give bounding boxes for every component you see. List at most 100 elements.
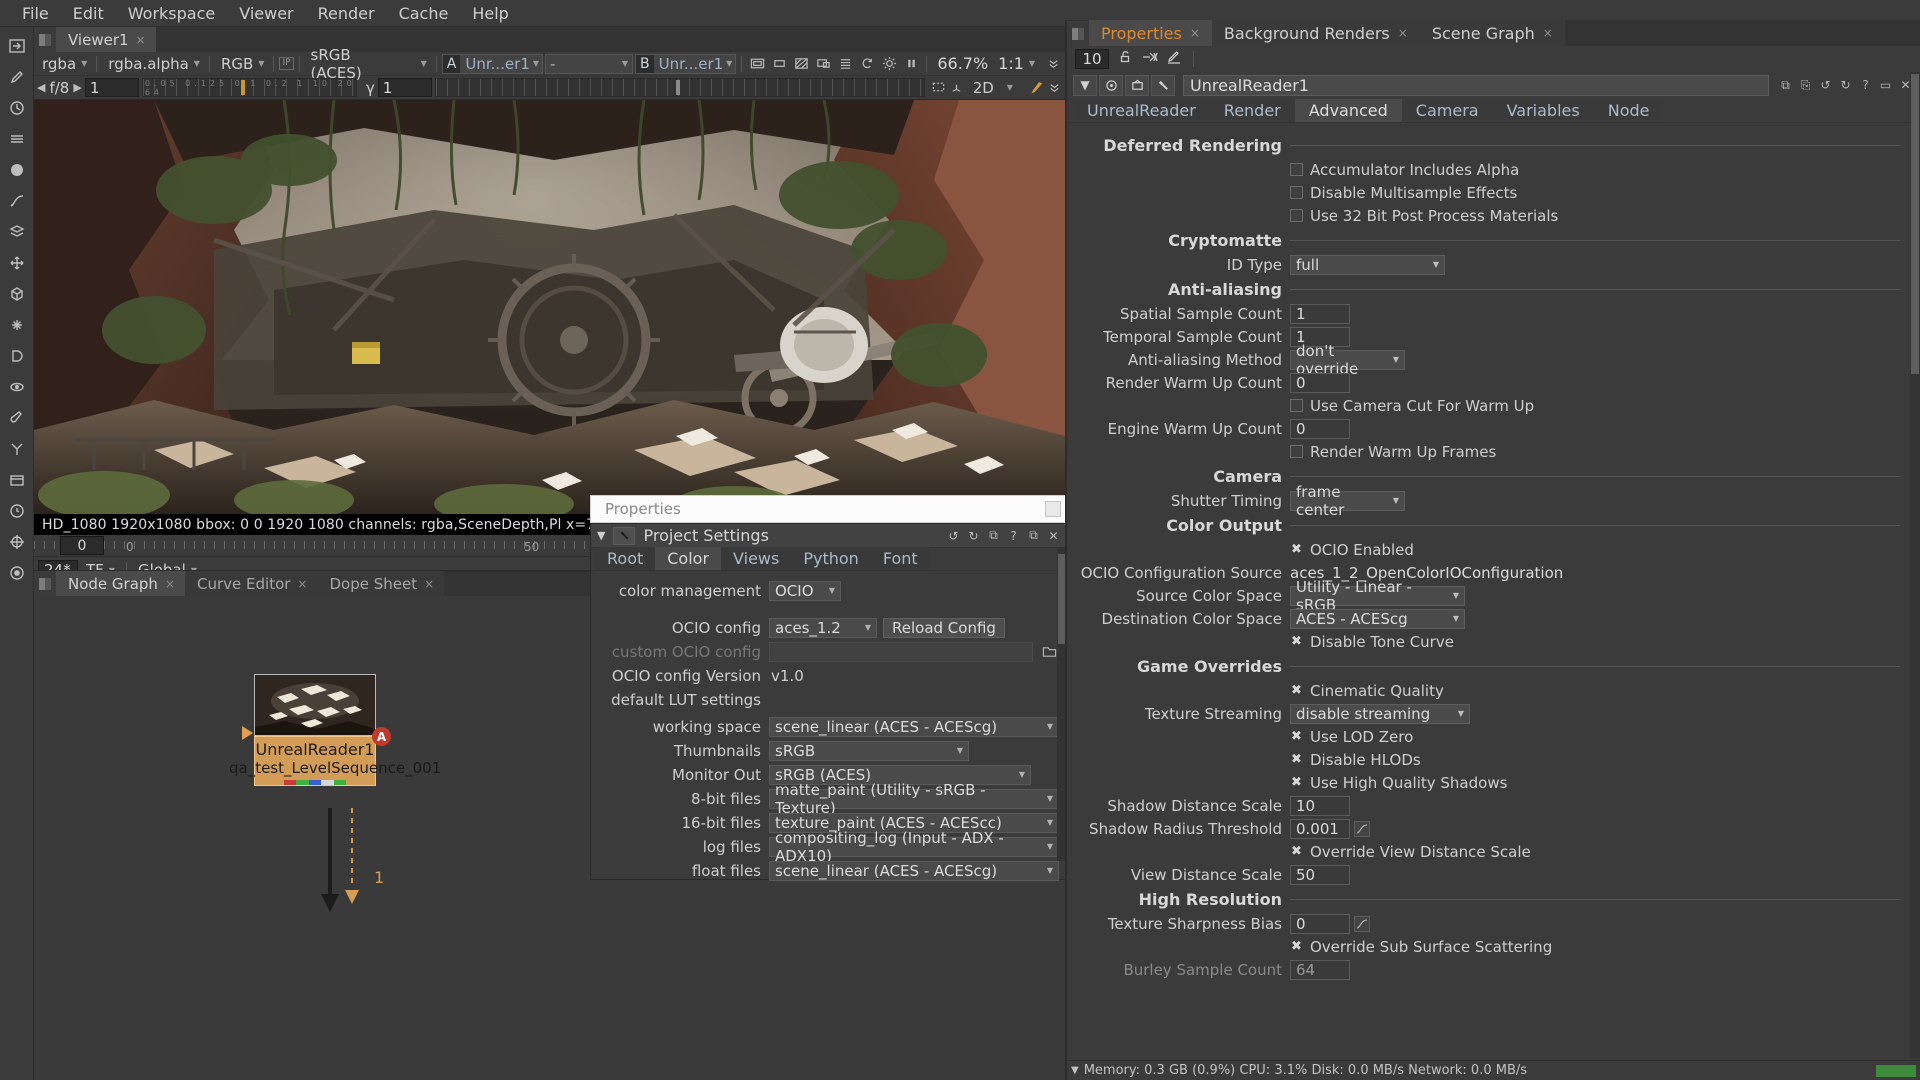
archive-icon[interactable] <box>4 467 30 493</box>
checkbox-use-32-bit-post-process-materials[interactable] <box>1290 209 1303 222</box>
other-icon[interactable] <box>4 560 30 586</box>
unlock-icon[interactable] <box>1117 49 1133 69</box>
close-icon[interactable]: × <box>136 33 146 47</box>
tab-viewer1[interactable]: Viewer1 × <box>56 27 156 52</box>
dropdown-shutter-timing[interactable]: frame center▼ <box>1290 491 1405 511</box>
dropdown-id-type[interactable]: full▼ <box>1290 255 1445 275</box>
tab-views[interactable]: Views <box>721 547 791 570</box>
close-icon[interactable]: ✕ <box>1046 528 1061 543</box>
float-icon[interactable]: ▭ <box>1877 77 1894 94</box>
checkbox-disable-multisample-effects[interactable] <box>1290 186 1303 199</box>
tab-root[interactable]: Root <box>595 547 655 570</box>
cube-icon[interactable] <box>4 281 30 307</box>
channel-selector[interactable]: rgba▼ <box>36 54 91 74</box>
3d-axis-icon[interactable] <box>949 78 964 98</box>
checkbox-checked-override-sub-surface-scattering[interactable]: ✖ <box>1290 940 1303 953</box>
tv-icon[interactable] <box>1125 75 1149 96</box>
proxy-icon[interactable] <box>747 54 767 74</box>
circle-icon[interactable] <box>4 157 30 183</box>
field-view-distance-scale[interactable]: 50 <box>1290 865 1350 885</box>
dropdown-log-files[interactable]: compositing_log (Input - ADX - ADX10)▼ <box>769 837 1059 857</box>
tracker-icon[interactable] <box>4 436 30 462</box>
field-texture-sharpness-bias[interactable]: 0 <box>1290 914 1350 934</box>
gain-stepper[interactable]: ◀ f/8 ▶ <box>37 79 82 97</box>
field-burley-sample-count[interactable]: 64 <box>1290 960 1350 980</box>
checkbox-checked-cinematic-quality[interactable]: ✖ <box>1290 684 1303 697</box>
chevron-right-icon[interactable]: ▶ <box>73 81 81 94</box>
reload-config-button[interactable]: Reload Config <box>883 618 1005 638</box>
chevron-left-icon[interactable]: ◀ <box>37 81 45 94</box>
deep-icon[interactable] <box>4 343 30 369</box>
collapse-arrow-icon[interactable]: ▼ <box>1073 75 1097 96</box>
checkbox-checked-disable-hlods[interactable]: ✖ <box>1290 753 1303 766</box>
tab-color[interactable]: Color <box>655 547 721 570</box>
checkbox-checked-override-view-distance-scale[interactable]: ✖ <box>1290 845 1303 858</box>
layers-stack-icon[interactable] <box>4 126 30 152</box>
scrollbar-thumb[interactable] <box>1911 74 1919 374</box>
viewer-process-selector[interactable]: sRGB (ACES) <box>305 54 411 74</box>
input-a-selector[interactable]: A Unr...er1 ▼ <box>442 54 543 74</box>
tab-node-graph[interactable]: Node Graph × <box>56 571 185 596</box>
dropdown-thumbnails[interactable]: sRGB▼ <box>769 741 969 761</box>
checkbox-render-warm-up-frames[interactable] <box>1290 445 1303 458</box>
tab-advanced[interactable]: Advanced <box>1295 99 1402 122</box>
dropdown-destination-color-space[interactable]: ACES - ACEScg▼ <box>1290 609 1465 629</box>
time-icon[interactable] <box>4 498 30 524</box>
dropdown-source-color-space[interactable]: Utility - Linear - sRGB▼ <box>1290 586 1465 606</box>
roi-icon[interactable] <box>769 54 789 74</box>
dropdown-ocio-config[interactable]: aces_1.2▼ <box>769 618 877 638</box>
folder-icon[interactable] <box>1039 642 1059 662</box>
tab-background-renders[interactable]: Background Renders × <box>1212 20 1420 46</box>
checkbox-checked-use-high-quality-shadows[interactable]: ✖ <box>1290 776 1303 789</box>
dropdown-float-files[interactable]: scene_linear (ACES - ACEScg)▼ <box>769 861 1059 881</box>
checkerboard-icon[interactable] <box>791 54 811 74</box>
menu-item-viewer[interactable]: Viewer <box>227 1 305 26</box>
field-engine-warm-up-count[interactable]: 0 <box>1290 419 1350 439</box>
tab-curve-editor[interactable]: Curve Editor × <box>185 571 317 596</box>
redo-icon[interactable]: ↻ <box>966 528 981 543</box>
particles-icon[interactable] <box>4 312 30 338</box>
transform-icon[interactable] <box>4 529 30 555</box>
field-custom-ocio-config[interactable] <box>769 642 1033 662</box>
status-expand-icon[interactable]: ▼ <box>1071 1065 1079 1076</box>
tab-dope-sheet[interactable]: Dope Sheet × <box>317 571 444 596</box>
curve-icon[interactable] <box>4 188 30 214</box>
gain-slider[interactable]: 0.05 0.125 0.1 0.2 1 10 20 64 <box>142 78 357 97</box>
tab-node[interactable]: Node <box>1594 99 1664 122</box>
menu-item-workspace[interactable]: Workspace <box>116 1 227 26</box>
expand-toolbar-icon[interactable] <box>1047 78 1062 98</box>
wipe-mode-selector[interactable]: - ▼ <box>545 54 633 74</box>
viewer-process-extra[interactable]: ▼ <box>415 54 431 74</box>
gear-icon[interactable] <box>879 54 899 74</box>
field-spatial-sample-count[interactable]: 1 <box>1290 304 1350 324</box>
move-icon[interactable] <box>4 250 30 276</box>
close-icon[interactable]: × <box>165 577 175 591</box>
undo-icon[interactable]: ↺ <box>946 528 961 543</box>
dropdown-working-space[interactable]: scene_linear (ACES - ACEScg)▼ <box>769 717 1059 737</box>
copy-icon[interactable]: ⧉ <box>1777 77 1794 94</box>
animation-curve-icon[interactable] <box>1354 916 1370 932</box>
field-shadow-radius-threshold[interactable]: 0.001 <box>1290 819 1350 839</box>
current-frame-field[interactable]: 0 <box>60 536 104 555</box>
field-render-warm-up-count[interactable]: 0 <box>1290 373 1350 393</box>
gamma-value[interactable]: 1 <box>378 78 432 97</box>
float-icon[interactable]: ⧉ <box>1026 528 1041 543</box>
panel-grip-icon[interactable] <box>34 27 56 52</box>
field-shadow-distance-scale[interactable]: 10 <box>1290 796 1350 816</box>
pen-icon[interactable] <box>4 64 30 90</box>
help-icon[interactable]: ? <box>1857 77 1874 94</box>
input-b-selector[interactable]: B Unr...er1 ▼ <box>635 54 736 74</box>
chevron-down-icon[interactable]: ▼ <box>1007 83 1017 92</box>
dropdown-8bit-files[interactable]: matte_paint (Utility - sRGB - Texture)▼ <box>769 789 1059 809</box>
close-icon[interactable]: × <box>424 577 434 591</box>
gamma-slider[interactable] <box>435 78 925 97</box>
tab-unrealreader[interactable]: UnrealReader <box>1073 99 1210 122</box>
pixel-ratio[interactable]: 1:1 <box>995 54 1027 73</box>
layer-selector[interactable]: rgba.alpha▼ <box>102 54 204 74</box>
fullframe-icon[interactable] <box>813 54 833 74</box>
viewer-canvas[interactable] <box>34 100 1065 514</box>
panel-grip-icon[interactable] <box>34 571 56 596</box>
node-unrealreader1[interactable]: A UnrealReader1 qa_test_LevelSequence_00… <box>254 674 376 786</box>
dropdown-color-management[interactable]: OCIO▼ <box>769 581 841 601</box>
close-icon[interactable]: × <box>1398 26 1408 40</box>
